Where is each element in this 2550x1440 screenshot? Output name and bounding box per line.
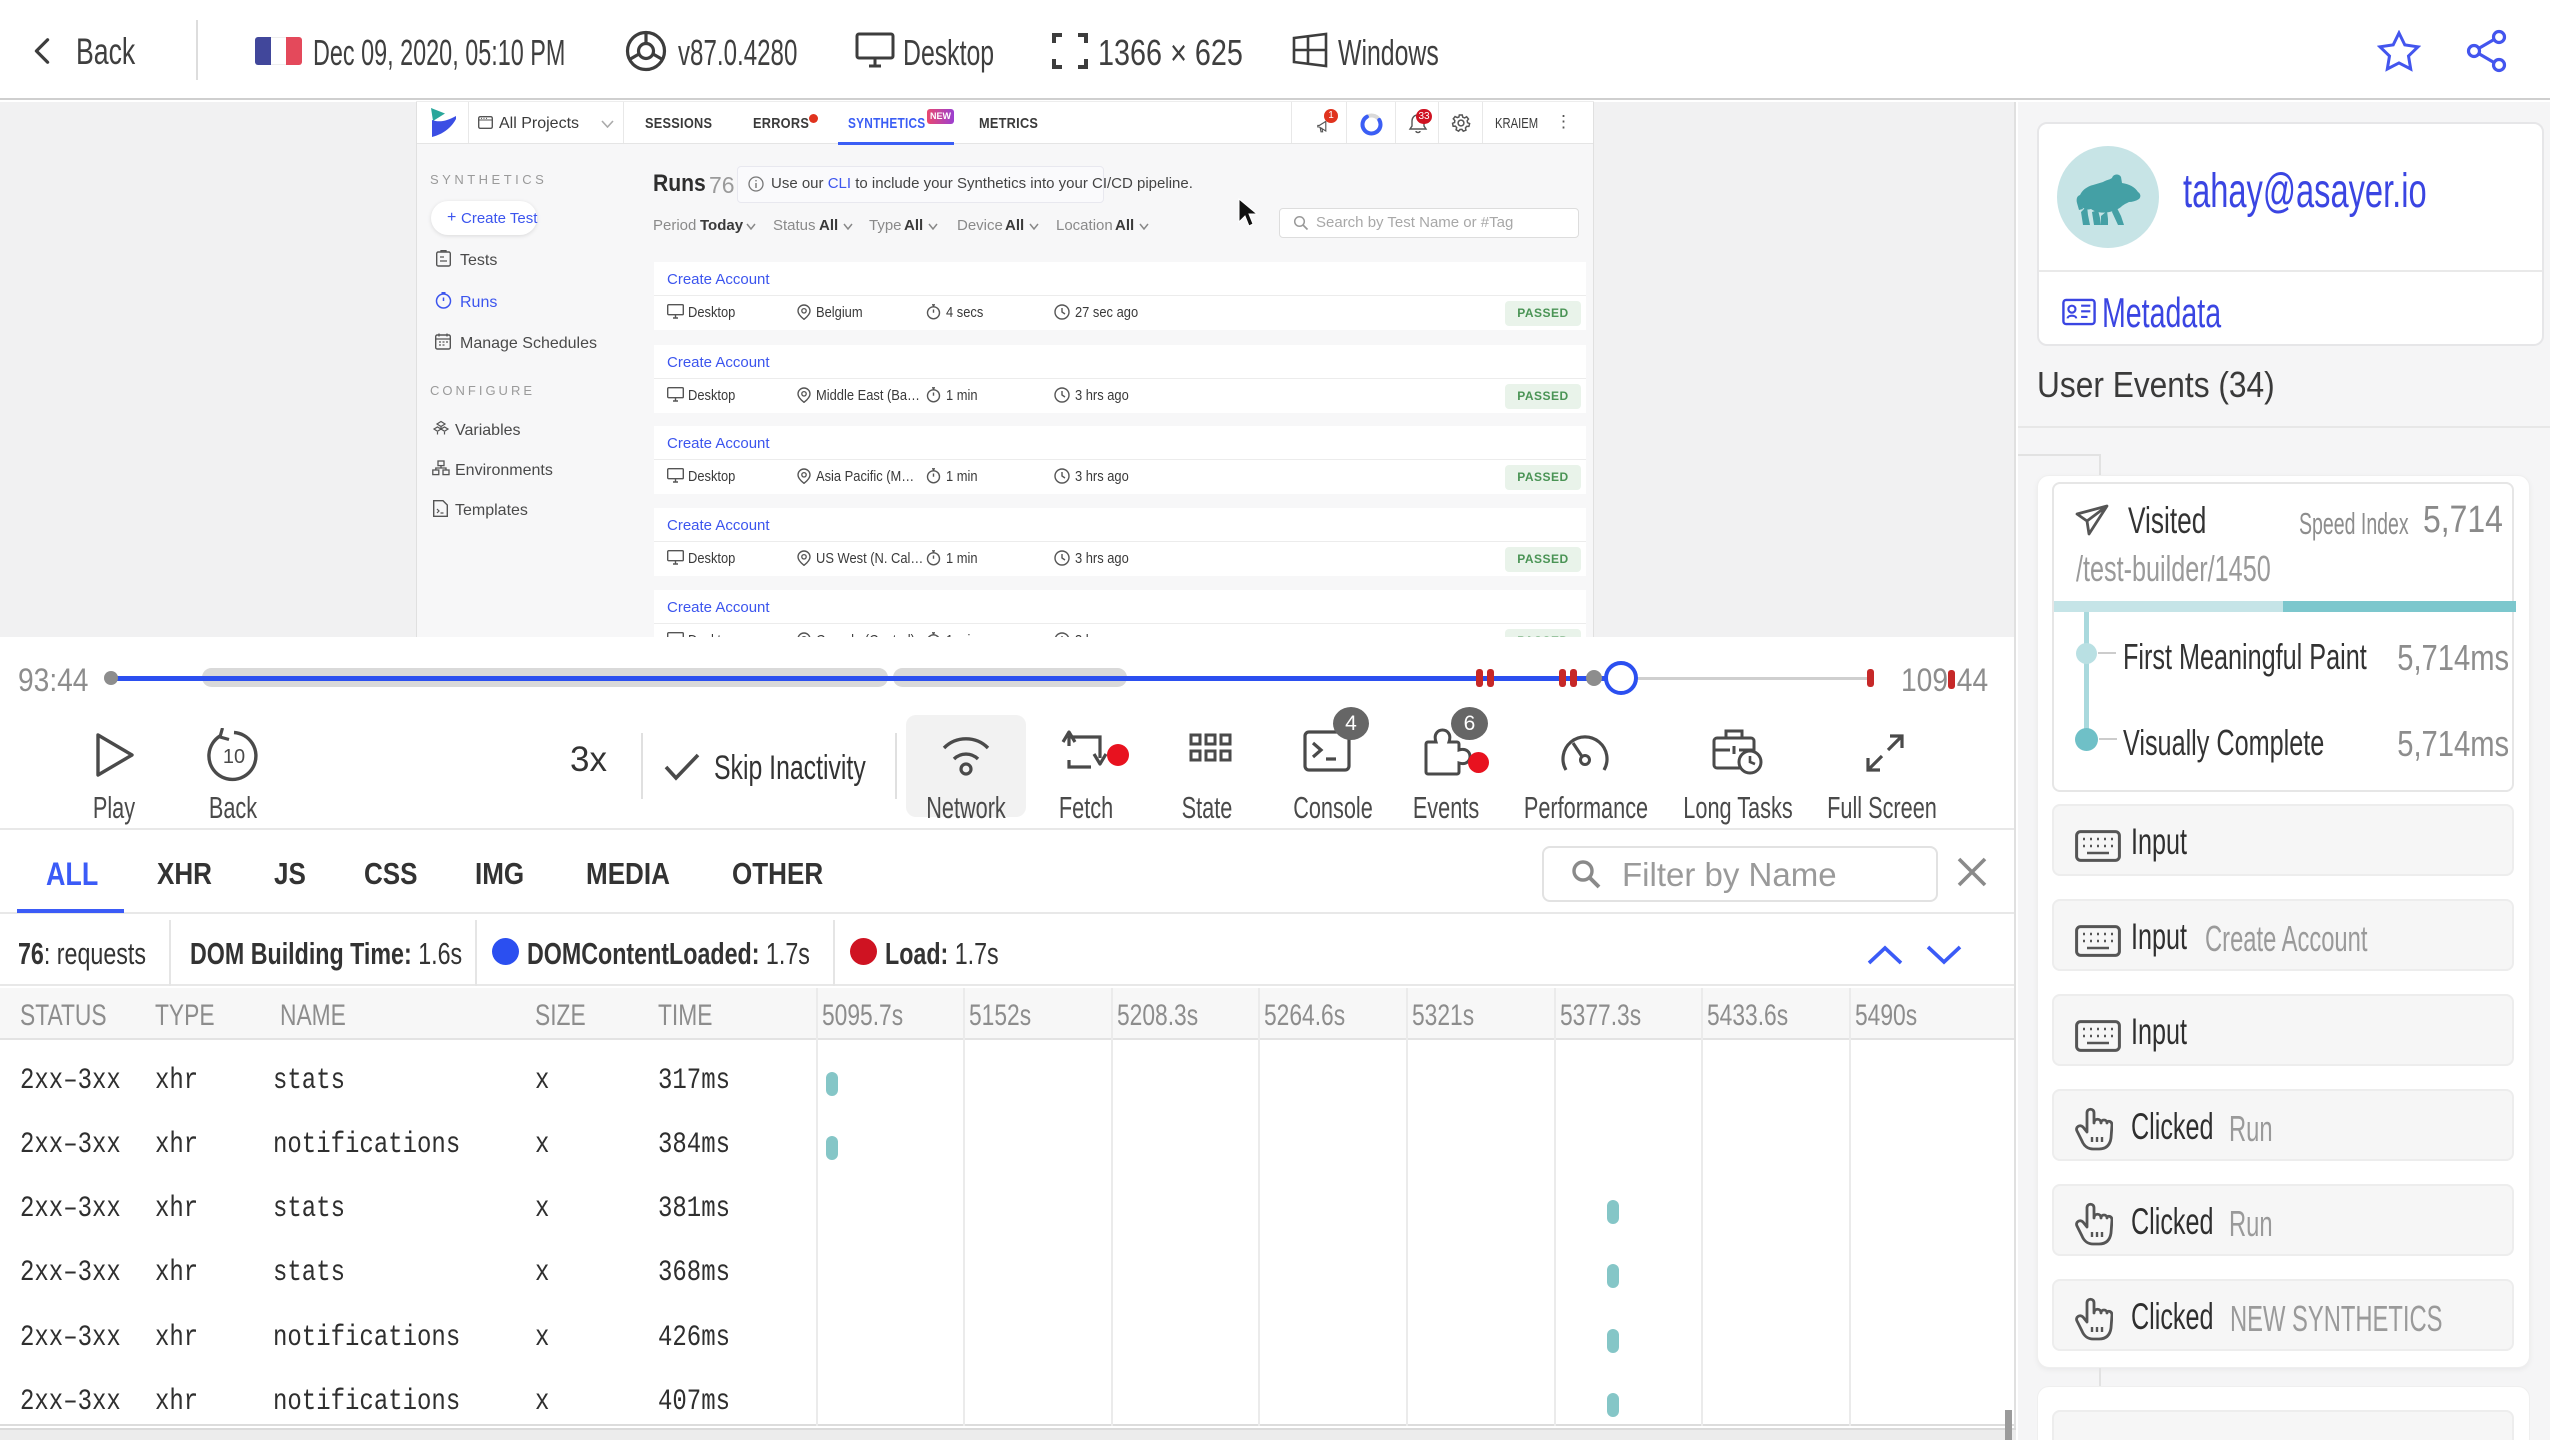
svg-text:10: 10 — [223, 746, 245, 768]
